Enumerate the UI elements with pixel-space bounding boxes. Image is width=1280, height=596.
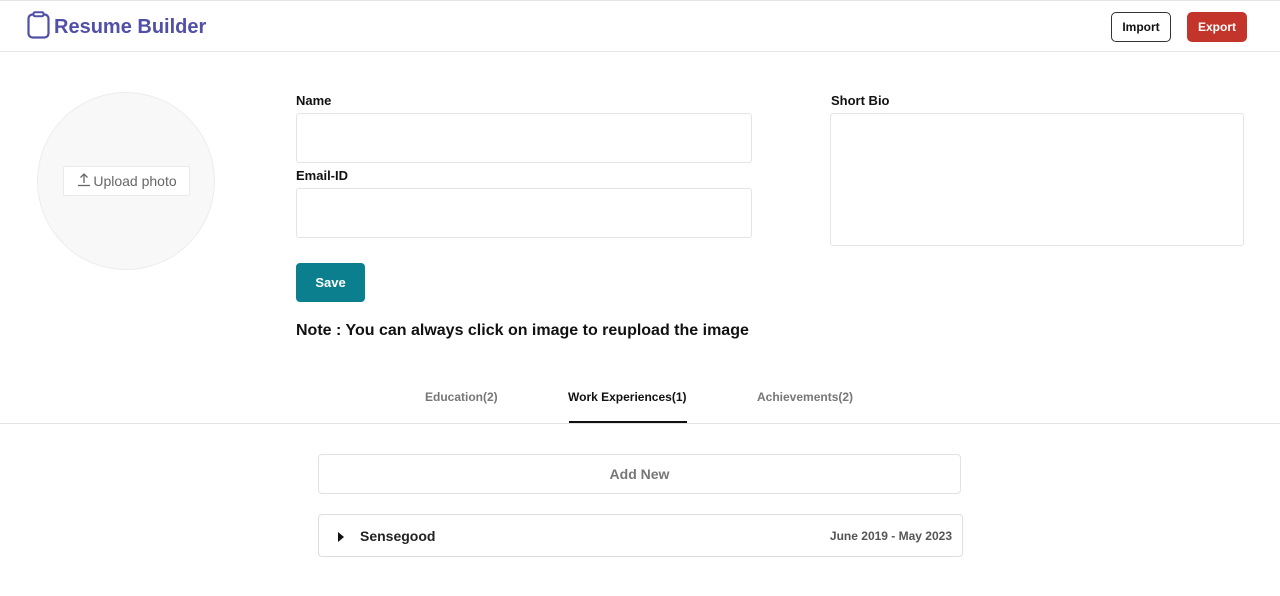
app-title: Resume Builder [54, 15, 207, 38]
tab-education[interactable]: Education(2) [425, 390, 498, 404]
tab-work-experiences[interactable]: Work Experiences(1) [568, 390, 687, 404]
add-new-button[interactable]: Add New [318, 454, 961, 494]
clipboard-icon [26, 10, 52, 44]
experience-company: Sensegood [360, 528, 436, 544]
upload-photo-button[interactable]: Upload photo [63, 166, 190, 196]
bio-label: Short Bio [831, 93, 890, 108]
tabs-divider [0, 423, 1280, 424]
email-field[interactable] [296, 188, 752, 238]
tab-achievements[interactable]: Achievements(2) [757, 390, 853, 404]
bio-field[interactable] [830, 113, 1244, 246]
caret-right-icon[interactable] [337, 530, 345, 548]
save-button[interactable]: Save [296, 263, 365, 302]
experience-dates: June 2019 - May 2023 [829, 529, 952, 543]
app-header: Resume Builder Import Export [0, 0, 1280, 52]
name-label: Name [296, 93, 332, 108]
export-button[interactable]: Export [1187, 12, 1247, 42]
upload-photo-label: Upload photo [93, 173, 177, 189]
active-tab-indicator [569, 421, 687, 423]
list-item[interactable]: Sensegood June 2019 - May 2023 [318, 514, 963, 557]
reupload-note: Note : You can always click on image to … [296, 322, 749, 339]
brand[interactable]: Resume Builder [26, 10, 207, 44]
import-button[interactable]: Import [1111, 12, 1171, 42]
upload-icon [76, 172, 92, 191]
name-field[interactable] [296, 113, 752, 163]
email-label: Email-ID [296, 168, 349, 183]
